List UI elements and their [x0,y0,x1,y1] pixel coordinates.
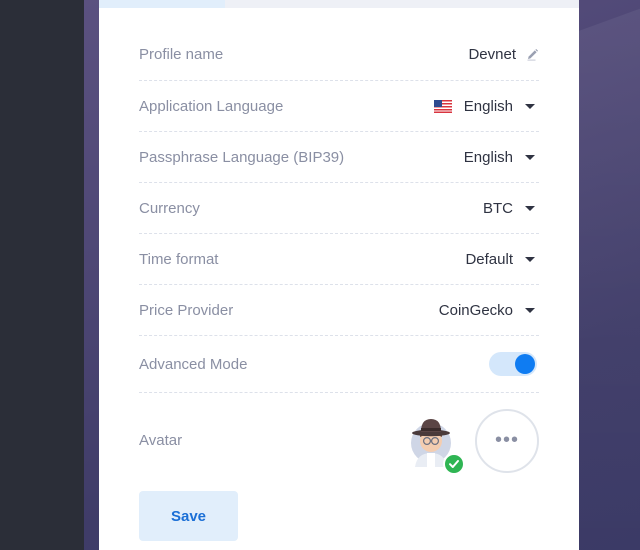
caret-down-icon [525,307,535,313]
profile-name-value[interactable]: Devnet [468,46,539,63]
tab-strip [99,0,579,8]
avatar-label: Avatar [139,432,183,449]
advanced-mode-label: Advanced Mode [139,355,248,373]
price-provider-text: CoinGecko [438,301,513,319]
price-provider-select[interactable]: CoinGecko [439,302,539,319]
save-button-label: Save [170,507,207,525]
application-language-select[interactable]: English [433,97,539,115]
passphrase-language-label: Passphrase Language (BIP39) [139,148,345,166]
background-stripe [578,8,640,550]
toggle-knob [515,354,535,374]
time-format-select[interactable]: Default [465,251,539,268]
settings-list: Profile name Devnet Application Language [139,29,539,488]
currency-row: Currency BTC [139,183,539,234]
avatar-option-selected[interactable] [409,409,465,475]
passphrase-language-text: English [463,148,513,166]
application-language-text: English [463,97,513,115]
currency-text: BTC [483,199,513,217]
caret-down-icon [525,256,535,262]
save-button[interactable]: Save [139,491,238,541]
passphrase-language-select[interactable]: English [464,149,539,166]
passphrase-language-row: Passphrase Language (BIP39) English [139,132,539,183]
tab-active-indicator [99,0,225,8]
check-icon [443,452,465,475]
caret-down-icon [525,154,535,160]
currency-select[interactable]: BTC [483,200,539,217]
price-provider-label: Price Provider [139,301,234,319]
avatar-row: Avatar ••• [139,393,539,488]
application-language-label: Application Language [139,97,284,115]
time-format-text: Default [465,250,513,268]
caret-down-icon [525,205,535,211]
time-format-label: Time format [139,250,219,268]
advanced-mode-toggle[interactable] [489,352,537,376]
left-sidebar [0,0,84,550]
currency-label: Currency [139,199,200,217]
more-dots: ••• [494,429,519,451]
profile-name-text: Devnet [468,46,516,63]
caret-down-icon [525,103,535,109]
profile-name-row: Profile name Devnet [139,29,539,81]
application-language-row: Application Language English [139,81,539,132]
price-provider-row: Price Provider CoinGecko [139,285,539,336]
settings-panel: Profile name Devnet Application Language [99,0,579,550]
time-format-row: Time format Default [139,234,539,285]
avatar-options: ••• [409,408,539,475]
advanced-mode-row: Advanced Mode [139,336,539,393]
profile-name-label: Profile name [139,46,224,63]
pencil-icon[interactable] [526,48,539,61]
us-flag-icon [433,99,452,113]
more-avatars-button[interactable]: ••• [475,408,539,473]
